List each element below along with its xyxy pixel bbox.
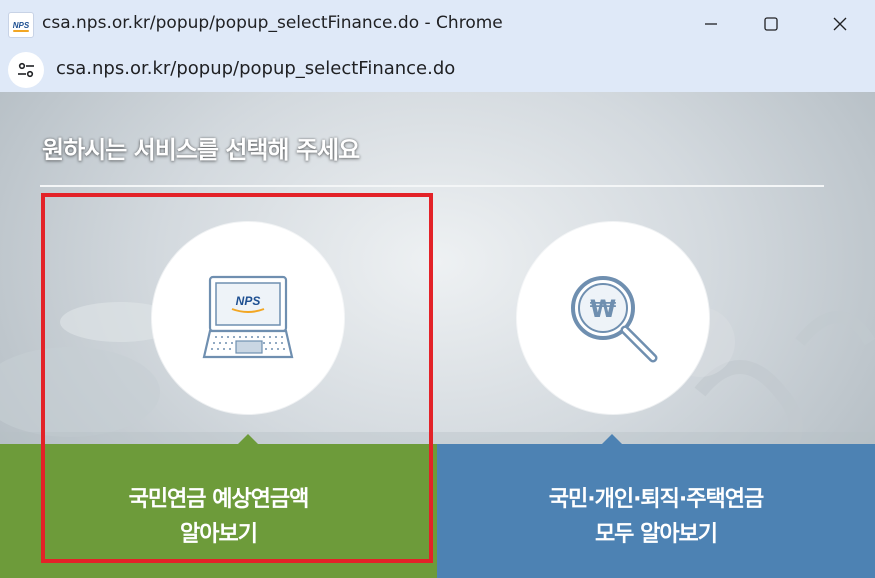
close-button[interactable] bbox=[810, 0, 870, 48]
won-magnifier-icon: ₩ bbox=[571, 276, 658, 363]
national-pension-estimate-button[interactable]: 국민연금 예상연금액 알아보기 bbox=[0, 444, 437, 578]
browser-titlebar: NPS csa.nps.or.kr/popup/popup_selectFina… bbox=[0, 0, 875, 48]
option-label-line1: 국민·개인·퇴직·주택연금 bbox=[548, 487, 764, 512]
site-info-button[interactable] bbox=[8, 52, 44, 88]
option-label-line1: 국민연금 예상연금액 bbox=[128, 487, 310, 512]
minimize-button[interactable] bbox=[681, 0, 741, 48]
nps-logo-icon: NPS bbox=[8, 12, 34, 38]
maximize-icon bbox=[764, 17, 778, 31]
option-label-line2: 모두 알아보기 bbox=[594, 522, 718, 547]
panel-pointer bbox=[602, 434, 622, 444]
svg-text:₩: ₩ bbox=[590, 295, 617, 323]
option-label-line2: 알아보기 bbox=[180, 522, 258, 547]
panel-pointer bbox=[238, 434, 258, 444]
url-text[interactable]: csa.nps.or.kr/popup/popup_selectFinance.… bbox=[56, 58, 455, 79]
minimize-icon bbox=[705, 23, 717, 25]
site-settings-icon bbox=[18, 62, 34, 78]
laptop-nps-icon: NPS bbox=[202, 275, 294, 359]
maximize-button[interactable] bbox=[741, 0, 801, 48]
heading-divider bbox=[40, 185, 824, 187]
national-pension-estimate-card[interactable]: NPS bbox=[152, 222, 344, 414]
popup-page: 원하시는 서비스를 선택해 주세요 NPS 국민연금 예상연금액 알아보기 ₩ … bbox=[0, 92, 875, 578]
window-title: csa.nps.or.kr/popup/popup_selectFinance.… bbox=[42, 13, 503, 33]
all-pensions-button[interactable]: 국민·개인·퇴직·주택연금 모두 알아보기 bbox=[437, 444, 875, 578]
close-icon bbox=[833, 17, 847, 31]
page-heading: 원하시는 서비스를 선택해 주세요 bbox=[42, 136, 360, 164]
address-bar: csa.nps.or.kr/popup/popup_selectFinance.… bbox=[0, 48, 875, 92]
all-pensions-card[interactable]: ₩ bbox=[517, 222, 709, 414]
svg-text:NPS: NPS bbox=[236, 294, 261, 308]
